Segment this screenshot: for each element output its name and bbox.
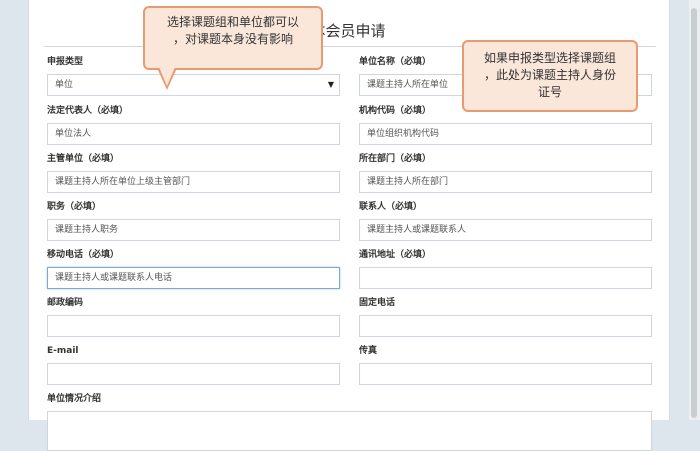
callout-text: ，此处为课题主持人身份 <box>483 68 616 82</box>
field-mobile-phone: 移动电话（必填） 课题主持人或课题联系人电话 <box>47 249 340 289</box>
department-input[interactable]: 课题主持人所在部门 <box>359 171 652 193</box>
declaration-type-select[interactable]: 单位 ▼ <box>47 74 340 96</box>
organization-code-input[interactable]: 单位组织机构代码 <box>359 123 652 145</box>
field-label: E-mail <box>47 346 79 356</box>
email-input[interactable] <box>47 363 340 385</box>
mobile-phone-input[interactable]: 课题主持人或课题联系人电话 <box>47 267 340 289</box>
field-position: 职务（必填） 课题主持人职务 <box>47 201 340 241</box>
callout-text: 证号 <box>537 85 562 99</box>
field-postal-code: 邮政编码 <box>47 297 340 337</box>
field-label: 移动电话（必填） <box>47 250 120 260</box>
field-label: 职务（必填） <box>47 202 102 212</box>
postal-code-input[interactable] <box>47 315 340 337</box>
legal-representative-input[interactable]: 单位法人 <box>47 123 340 145</box>
contact-person-input[interactable]: 课题主持人或课题联系人 <box>359 219 652 241</box>
field-label: 主管单位（必填） <box>47 154 120 164</box>
field-department: 所在部门（必填） 课题主持人所在部门 <box>359 153 652 193</box>
field-label: 所在部门（必填） <box>359 154 432 164</box>
mailing-address-input[interactable] <box>359 267 652 289</box>
callout-text: ，对课题本身没有影响 <box>172 32 293 46</box>
field-label: 固定电话 <box>359 298 396 308</box>
field-contact-person: 联系人（必填） 课题主持人或课题联系人 <box>359 201 652 241</box>
field-label: 联系人（必填） <box>359 202 423 212</box>
field-landline: 固定电话 <box>359 297 652 337</box>
unit-introduction-textarea[interactable] <box>47 411 652 451</box>
field-mailing-address: 通讯地址（必填） <box>359 249 652 289</box>
field-label: 邮政编码 <box>47 298 84 308</box>
select-value: 单位 <box>55 80 74 90</box>
field-supervising-unit: 主管单位（必填） 课题主持人所在单位上级主管部门 <box>47 153 340 193</box>
dropdown-caret-icon[interactable]: ▼ <box>328 75 334 95</box>
callout-text: 选择课题组和单位都可以 <box>166 15 299 29</box>
field-legal-representative: 法定代表人（必填） 单位法人 <box>47 105 340 145</box>
callout-declaration-type: 选择课题组和单位都可以 ，对课题本身没有影响 <box>143 6 323 90</box>
field-email: E-mail <box>47 345 340 385</box>
callout-unit-name: 如果申报类型选择课题组 ，此处为课题主持人身份 证号 <box>455 40 638 127</box>
field-label: 单位情况介绍 <box>47 394 102 404</box>
landline-input[interactable] <box>359 315 652 337</box>
field-label: 通讯地址（必填） <box>359 250 432 260</box>
page-title: 本会员申请 <box>310 22 386 40</box>
fax-input[interactable] <box>359 363 652 385</box>
position-input[interactable]: 课题主持人职务 <box>47 219 340 241</box>
field-label: 传真 <box>359 346 378 356</box>
field-unit-introduction: 单位情况介绍 <box>47 393 652 451</box>
field-label: 法定代表人（必填） <box>47 106 129 116</box>
scrollbar-thumb[interactable] <box>691 8 697 418</box>
field-fax: 传真 <box>359 345 652 385</box>
callout-pointer-fill <box>159 67 175 86</box>
supervising-unit-input[interactable]: 课题主持人所在单位上级主管部门 <box>47 171 340 193</box>
callout-text: 如果申报类型选择课题组 <box>483 51 616 65</box>
